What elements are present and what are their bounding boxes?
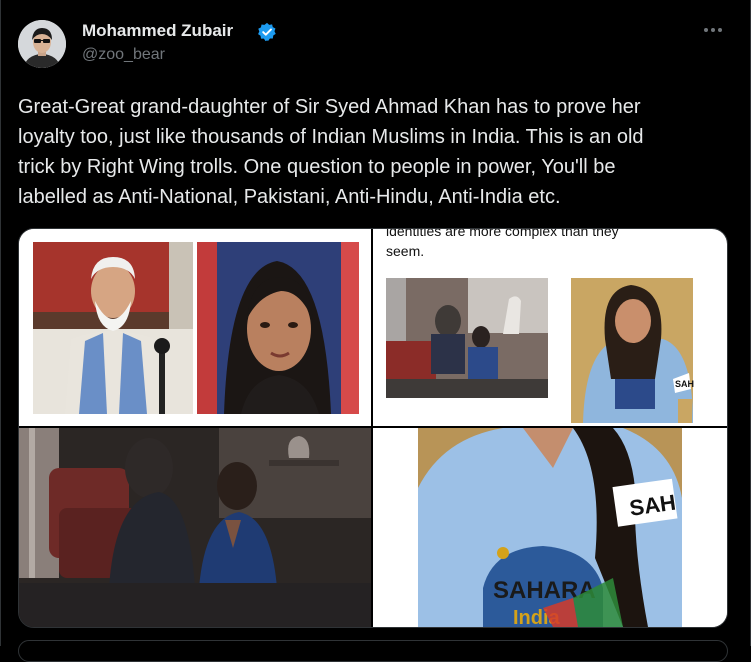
author-handle[interactable]: @zoo_bear: [82, 46, 165, 64]
sleeve-text-small: SAH: [675, 379, 694, 389]
tweet-text: Great-Great grand-daughter of Sir Syed A…: [18, 96, 644, 208]
media-image-3[interactable]: [19, 428, 371, 627]
media-grid: identities are more complex than they se…: [18, 228, 728, 628]
avatar[interactable]: [18, 20, 66, 68]
author-name[interactable]: Mohammed Zubair: [82, 21, 233, 41]
media-image-1[interactable]: [19, 229, 371, 426]
more-options-icon[interactable]: [698, 20, 728, 40]
verified-badge-icon: [258, 22, 276, 42]
photo-selfie-closeup: SAH SAHARA India: [373, 428, 727, 627]
more-dot: [704, 28, 708, 32]
next-tweet-card-edge: [18, 640, 728, 662]
media-image-4[interactable]: SAH SAHARA India: [373, 428, 727, 627]
photo-room: [19, 428, 371, 627]
media-image-2[interactable]: identities are more complex than they se…: [373, 229, 727, 426]
more-dot: [711, 28, 715, 32]
photo-article-images: SAH: [386, 278, 694, 423]
more-dot: [718, 28, 722, 32]
tweet-container: Mohammed Zubair @zoo_bear Great-Great gr…: [0, 0, 751, 662]
photo-tv-stills: [19, 229, 371, 426]
avatar-image: [18, 20, 66, 68]
